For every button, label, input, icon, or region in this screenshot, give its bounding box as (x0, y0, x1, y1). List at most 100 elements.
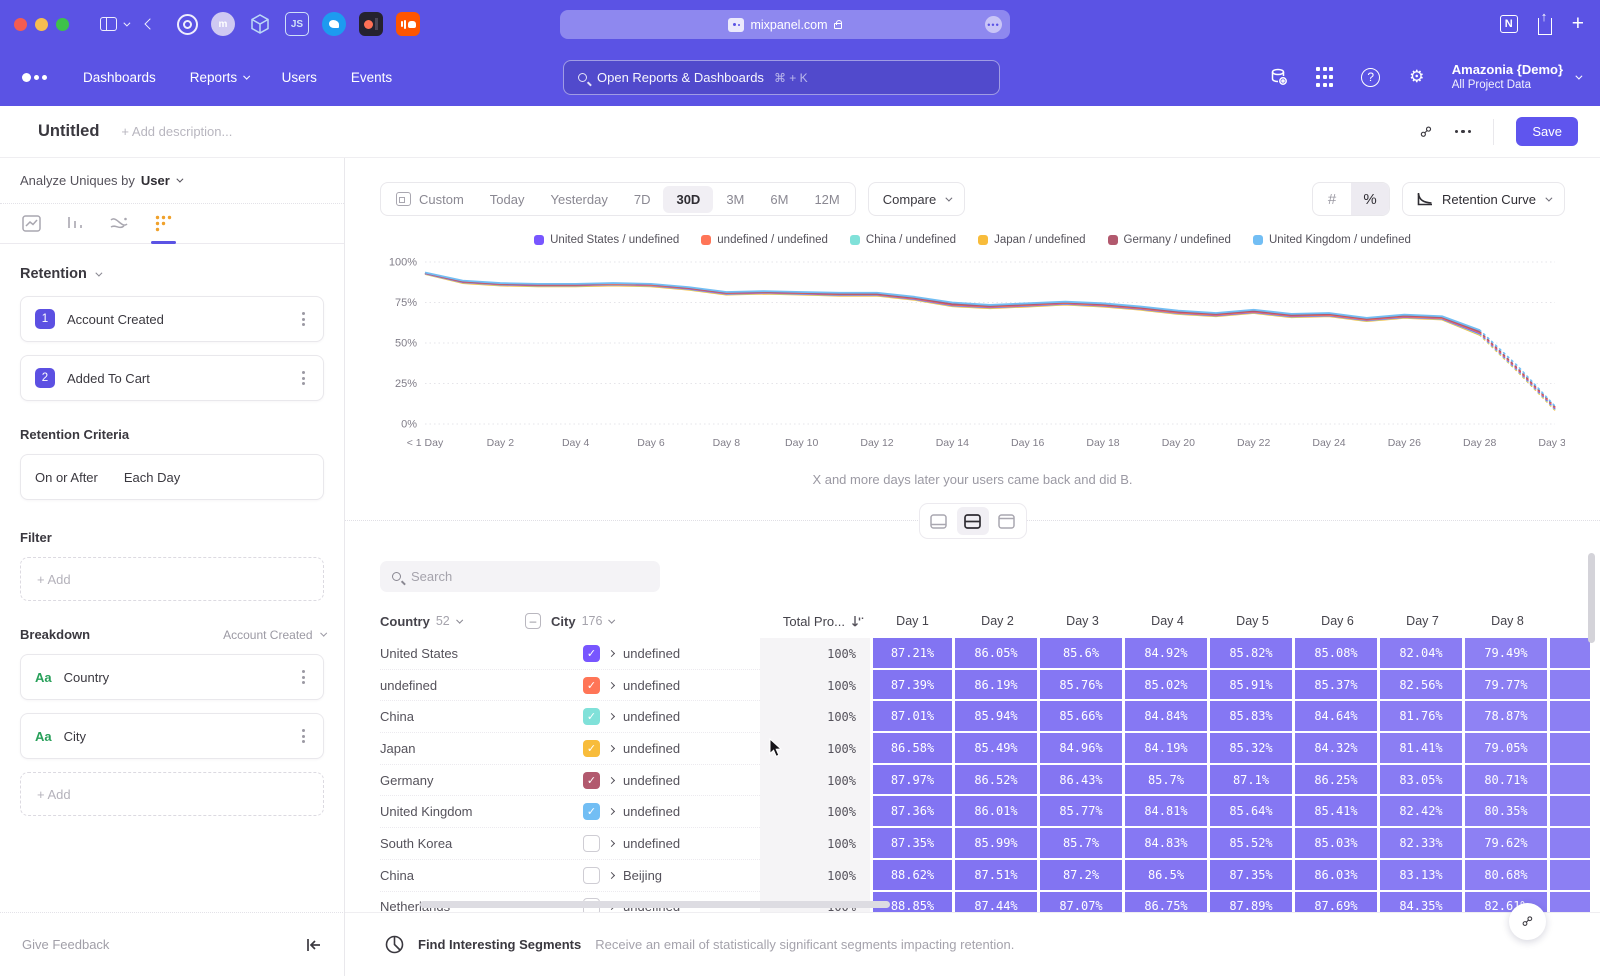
page-options-icon[interactable]: ••• (985, 16, 1002, 33)
row-checkbox-unchecked[interactable] (583, 867, 600, 884)
javascript-extension-icon[interactable]: JS (285, 12, 309, 36)
city-cell[interactable]: ✓undefined (525, 733, 760, 765)
expand-row-icon[interactable] (608, 777, 615, 784)
add-breakdown-button[interactable]: + Add (20, 772, 324, 816)
retention-cell[interactable]: 87.44% (955, 892, 1040, 913)
retention-cell[interactable]: 87.07% (1040, 892, 1125, 913)
breakdown-event-selector[interactable]: Account Created (223, 628, 324, 642)
project-switcher[interactable]: Amazonia {Demo} All Project Data (1452, 62, 1580, 93)
value-mode-absolute[interactable]: # (1313, 183, 1351, 215)
nav-link-events[interactable]: Events (351, 70, 392, 85)
retention-cell[interactable]: 85.91% (1210, 670, 1295, 702)
zoom-window-button[interactable] (56, 18, 69, 31)
row-checkbox-checked[interactable]: ✓ (583, 740, 600, 757)
collapse-sidebar-icon[interactable] (306, 938, 322, 952)
column-day-3[interactable]: Day 3 (1040, 604, 1125, 638)
more-options-icon[interactable] (1455, 130, 1472, 134)
retention-cell[interactable]: 85.6% (1040, 638, 1125, 670)
country-cell[interactable]: undefined (380, 670, 525, 702)
date-range-today[interactable]: Today (477, 186, 538, 213)
retention-cell[interactable]: 84.64% (1295, 701, 1380, 733)
settings-gear-icon[interactable]: ⚙ (1406, 66, 1428, 88)
retention-cell[interactable]: 80.68% (1465, 860, 1550, 892)
retention-cell[interactable]: 85.7% (1125, 765, 1210, 797)
bluebird-extension-icon[interactable] (322, 12, 346, 36)
retention-cell[interactable]: 84.32% (1295, 733, 1380, 765)
retention-cell[interactable]: 85.7% (1040, 828, 1125, 860)
expand-row-icon[interactable] (608, 872, 615, 879)
add-description[interactable]: + Add description... (121, 124, 232, 139)
date-range-12m[interactable]: 12M (801, 186, 852, 213)
date-range-7d[interactable]: 7D (621, 186, 664, 213)
retention-cell[interactable]: 86.58% (870, 733, 955, 765)
help-icon[interactable]: ? (1360, 66, 1382, 88)
retention-cell[interactable]: 86.03% (1295, 860, 1380, 892)
step-event-label[interactable]: Account Created (67, 312, 164, 327)
find-segments-title[interactable]: Find Interesting Segments (418, 937, 581, 952)
tab-flows[interactable] (109, 204, 129, 243)
vertical-scrollbar[interactable] (1588, 553, 1595, 643)
retention-cell[interactable]: 84.92% (1125, 638, 1210, 670)
row-checkbox-unchecked[interactable] (583, 835, 600, 852)
retention-cell[interactable]: 85.49% (955, 733, 1040, 765)
retention-cell[interactable]: 85.41% (1295, 796, 1380, 828)
retention-cell[interactable]: 87.36% (870, 796, 955, 828)
data-management-icon[interactable] (1268, 66, 1290, 88)
legend-item[interactable]: Japan / undefined (978, 234, 1085, 246)
nav-link-users[interactable]: Users (282, 70, 317, 85)
retention-cell[interactable]: 87.1% (1210, 765, 1295, 797)
country-cell[interactable]: China (380, 701, 525, 733)
retention-cell[interactable]: 85.37% (1295, 670, 1380, 702)
city-cell[interactable]: Beijing (525, 860, 760, 892)
retention-cell[interactable]: 87.51% (955, 860, 1040, 892)
nav-link-reports[interactable]: Reports (190, 70, 248, 85)
retention-cell[interactable]: 87.69% (1295, 892, 1380, 913)
retention-cell[interactable]: 85.99% (955, 828, 1040, 860)
legend-item[interactable]: United Kingdom / undefined (1253, 234, 1411, 246)
retention-section-title[interactable]: Retention (20, 266, 324, 282)
kebab-menu-icon[interactable] (298, 308, 309, 330)
table-search[interactable] (380, 561, 660, 592)
criteria-occurrence[interactable]: On or After (35, 470, 98, 485)
retention-cell[interactable]: 87.01% (870, 701, 955, 733)
view-table-only-button[interactable] (991, 507, 1023, 535)
retention-cell[interactable]: 84.19% (1125, 733, 1210, 765)
date-range-3m[interactable]: 3M (713, 186, 757, 213)
country-cell[interactable]: Germany (380, 765, 525, 797)
city-cell[interactable]: ✓undefined (525, 796, 760, 828)
country-cell[interactable]: United States (380, 638, 525, 670)
save-button[interactable]: Save (1516, 117, 1578, 146)
column-day-8[interactable]: Day 8 (1465, 604, 1550, 638)
retention-cell[interactable]: 87.35% (870, 828, 955, 860)
legend-item[interactable]: United States / undefined (534, 234, 679, 246)
retention-cell[interactable]: 85.52% (1210, 828, 1295, 860)
retention-cell[interactable]: 86.25% (1295, 765, 1380, 797)
retention-cell[interactable]: 85.32% (1210, 733, 1295, 765)
global-search[interactable]: Open Reports & Dashboards ⌘ + K (563, 60, 1000, 95)
retention-cell[interactable]: 85.66% (1040, 701, 1125, 733)
retention-cell[interactable]: 86.75% (1125, 892, 1210, 913)
retention-cell[interactable]: 84.84% (1125, 701, 1210, 733)
country-cell[interactable]: Japan (380, 733, 525, 765)
criteria-card[interactable]: On or After Each Day (20, 454, 324, 500)
column-day-1[interactable]: Day 1 (870, 604, 955, 638)
city-cell[interactable]: ✓undefined (525, 670, 760, 702)
retention-cell[interactable]: 85.77% (1040, 796, 1125, 828)
expand-row-icon[interactable] (608, 713, 615, 720)
retention-cell[interactable]: 84.83% (1125, 828, 1210, 860)
date-range-6m[interactable]: 6M (757, 186, 801, 213)
retention-cell[interactable]: 85.94% (955, 701, 1040, 733)
analyze-uniques-row[interactable]: Analyze Uniques by User (0, 158, 344, 204)
report-title[interactable]: Untitled (38, 122, 99, 141)
retention-cell[interactable]: 85.64% (1210, 796, 1295, 828)
close-window-button[interactable] (14, 18, 27, 31)
expand-row-icon[interactable] (608, 840, 615, 847)
give-feedback-link[interactable]: Give Feedback (22, 937, 109, 952)
retention-cell[interactable]: 86.43% (1040, 765, 1125, 797)
tab-retention[interactable] (155, 204, 172, 243)
row-checkbox-checked[interactable]: ✓ (583, 708, 600, 725)
breakdown-property-label[interactable]: Country (64, 670, 110, 685)
retention-chart[interactable]: 0%25%50%75%100%< 1 DayDay 2Day 4Day 6Day… (380, 252, 1575, 462)
column-total[interactable]: Total Pro... (760, 604, 870, 638)
table-search-input[interactable] (411, 569, 631, 584)
